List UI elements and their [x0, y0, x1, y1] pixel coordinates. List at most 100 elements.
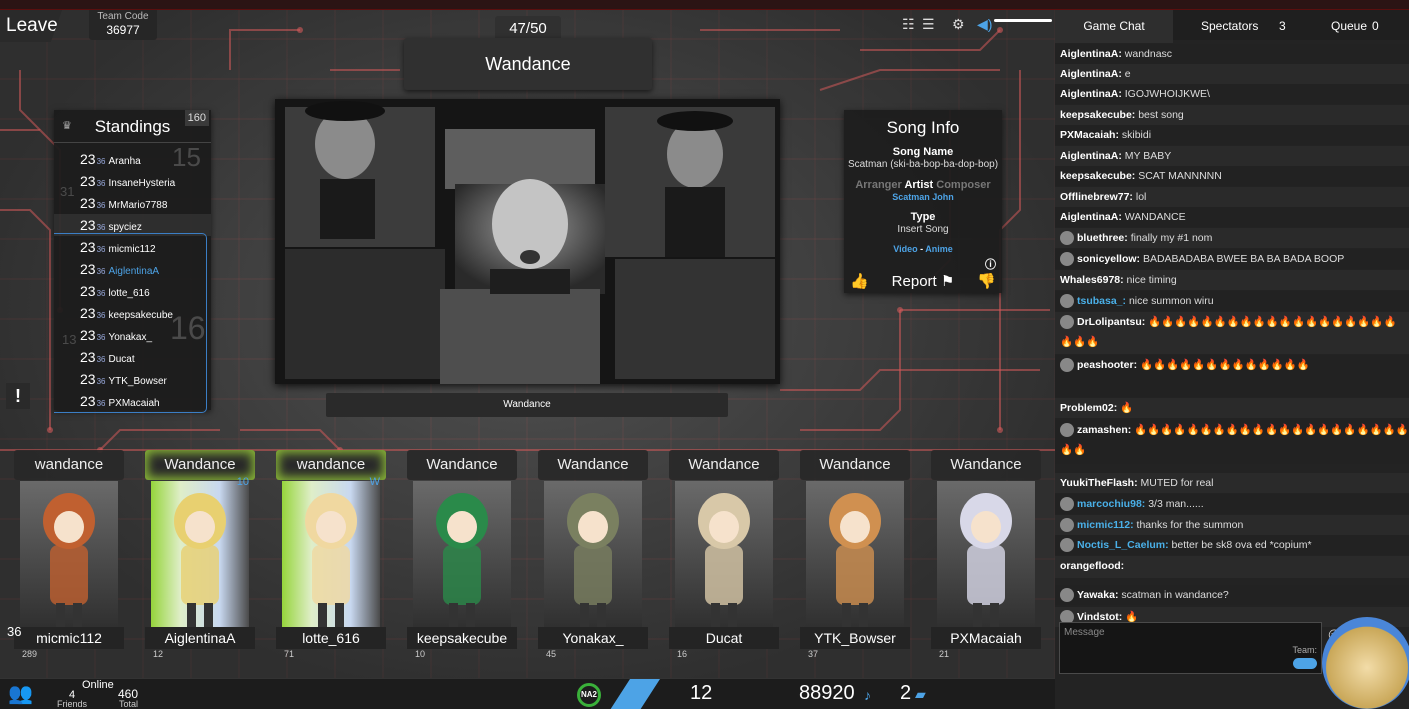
- player-card[interactable]: Wandance YTK_Bowser 37: [800, 450, 910, 659]
- player-avatar[interactable]: [806, 481, 904, 629]
- amq-app: Leave Team Code 36977 47/50 Wandance ☷ ☰…: [0, 0, 1409, 709]
- chat-username[interactable]: keepsakecube:: [1060, 170, 1135, 182]
- player-card[interactable]: Wandance Yonakax_ 45: [538, 450, 648, 659]
- chat-message: bluethree: finally my #1 nom: [1055, 228, 1409, 248]
- player-card[interactable]: Wandance keepsakecube 10: [407, 450, 517, 659]
- thumbs-up-icon[interactable]: 👍: [850, 270, 869, 293]
- player-answer: wandance: [14, 450, 124, 480]
- chat-username[interactable]: keepsakecube:: [1060, 109, 1135, 121]
- gear-icon[interactable]: ⚙: [952, 16, 965, 33]
- chat-username[interactable]: bluethree:: [1077, 232, 1128, 244]
- user-avatar[interactable]: [1322, 617, 1409, 709]
- chat-message: Whales6978: nice timing: [1055, 270, 1409, 290]
- tab-composer[interactable]: Composer: [936, 179, 990, 191]
- video-link[interactable]: Video: [893, 244, 917, 254]
- chat-input[interactable]: Message Team:: [1059, 622, 1322, 674]
- standings-score: 23: [80, 371, 96, 387]
- tab-arranger[interactable]: Arranger: [855, 179, 901, 191]
- player-avatar[interactable]: [675, 481, 773, 629]
- tab-spectators[interactable]: Spectators: [1201, 10, 1258, 43]
- total-label: Total: [119, 699, 139, 709]
- artist-link[interactable]: Scatman John: [844, 192, 1002, 203]
- volume-slider[interactable]: [994, 19, 1052, 22]
- friends-icon[interactable]: 👥: [8, 681, 33, 706]
- chat-username[interactable]: DrLolipantsu:: [1077, 316, 1145, 328]
- player-avatar[interactable]: [282, 481, 380, 629]
- chat-username[interactable]: AiglentinaA:: [1060, 150, 1122, 162]
- volume-icon[interactable]: ◀): [977, 16, 992, 33]
- thumbs-down-icon[interactable]: 👎: [977, 270, 996, 293]
- menu-icon[interactable]: ☰: [922, 16, 935, 33]
- chat-username[interactable]: marcochiu98:: [1077, 498, 1145, 510]
- chat-username[interactable]: AiglentinaA:: [1060, 211, 1122, 223]
- standings-row[interactable]: 2336 InsaneHysteria: [54, 170, 211, 192]
- browser-top-bar: [0, 0, 1409, 10]
- standings-row[interactable]: 2336 MrMario7788: [54, 192, 211, 214]
- chat-text: IGOJWHOIJKWE\: [1124, 88, 1210, 100]
- chat-message: tsubasa_: nice summon wiru: [1055, 291, 1409, 311]
- standings-row[interactable]: 2336 YTK_Bowser: [54, 368, 211, 390]
- standings-correct: 36: [96, 311, 106, 320]
- chat-username[interactable]: tsubasa_:: [1077, 295, 1126, 307]
- team-toggle[interactable]: [1293, 658, 1317, 669]
- anime-link[interactable]: Anime: [925, 244, 953, 254]
- player-card[interactable]: wandance Wlotte_616 71: [276, 450, 386, 659]
- chat-username[interactable]: peashooter:: [1077, 359, 1137, 371]
- tab-queue[interactable]: Queue: [1331, 10, 1367, 43]
- chat-username[interactable]: Noctis_L_Caelum:: [1077, 539, 1169, 551]
- player-card[interactable]: Wandance PXMacaiah 21: [931, 450, 1041, 659]
- standings-row[interactable]: 2336 Ducat: [54, 346, 211, 368]
- standings-row[interactable]: 2336 Yonakax_: [54, 324, 211, 346]
- player-card[interactable]: Wandance Ducat 16: [669, 450, 779, 659]
- avatar-figure: [960, 493, 1012, 627]
- player-card[interactable]: wandance micmic112 289: [14, 450, 124, 659]
- chat-text: scatman in wandance?: [1121, 589, 1229, 601]
- standings-row[interactable]: 2336 spyciez: [54, 214, 211, 236]
- standings-row[interactable]: 2336 micmic112: [54, 236, 211, 258]
- region-badge[interactable]: NA2: [577, 683, 601, 707]
- chat-username[interactable]: Problem02:: [1060, 402, 1117, 414]
- video-player[interactable]: [275, 99, 780, 384]
- chat-text: best song: [1138, 109, 1184, 121]
- chat-message: Problem02: 🔥: [1055, 398, 1409, 418]
- alert-button[interactable]: !: [6, 383, 30, 409]
- chat-username[interactable]: AiglentinaA:: [1060, 88, 1122, 100]
- chat-username[interactable]: zamashen:: [1077, 424, 1131, 436]
- player-avatar[interactable]: [151, 481, 249, 629]
- standings-panel: ♛ Standings 160 15 31 13 16 2336 Aranha 23…: [54, 110, 211, 410]
- chat-text: thanks for the summon: [1136, 519, 1244, 531]
- standings-player-name: Ducat: [108, 354, 135, 365]
- standings-row[interactable]: 2336 Aranha: [54, 148, 211, 170]
- standings-player-name: spyciez: [108, 222, 142, 233]
- tab-artist[interactable]: Artist: [904, 179, 933, 191]
- chat-username[interactable]: AiglentinaA:: [1060, 48, 1122, 60]
- quiz-stage: Leave Team Code 36977 47/50 Wandance ☷ ☰…: [0, 10, 1055, 678]
- player-avatar[interactable]: [544, 481, 642, 629]
- player-avatar[interactable]: [937, 481, 1035, 629]
- chat-message: DrLolipantsu: 🔥🔥🔥🔥🔥🔥🔥🔥🔥🔥🔥🔥🔥🔥🔥🔥🔥🔥🔥🔥🔥🔥: [1055, 312, 1409, 354]
- player-avatar[interactable]: [20, 481, 118, 629]
- chat-input-placeholder: Message: [1064, 627, 1105, 638]
- chat-username[interactable]: micmic112:: [1077, 519, 1134, 531]
- player-card[interactable]: Wandance 10 AiglentinaA 12: [145, 450, 255, 659]
- standings-row[interactable]: 2336 keepsakecube: [54, 302, 211, 324]
- chat-username[interactable]: YuukiTheFlash:: [1060, 477, 1138, 489]
- chat-username[interactable]: PXMacaiah:: [1060, 129, 1119, 141]
- chat-username[interactable]: orangeflood:: [1060, 560, 1124, 572]
- chat-username[interactable]: Offlinebrew77:: [1060, 191, 1133, 203]
- player-avatar[interactable]: [413, 481, 511, 629]
- list-view-icon[interactable]: ☷: [902, 16, 915, 33]
- tab-game-chat[interactable]: Game Chat: [1055, 10, 1173, 43]
- chat-username[interactable]: Whales6978:: [1060, 274, 1124, 286]
- standings-correct: 36: [96, 333, 106, 342]
- chat-username[interactable]: sonicyellow:: [1077, 253, 1140, 265]
- chat-text: 🔥🔥🔥🔥🔥🔥🔥🔥🔥🔥🔥🔥🔥: [1140, 359, 1310, 371]
- standings-row[interactable]: 2336 PXMacaiah: [54, 390, 211, 408]
- flag-icon[interactable]: ⚑: [941, 273, 954, 290]
- chat-message: AiglentinaA: WANDANCE: [1055, 207, 1409, 227]
- standings-row[interactable]: 2336 AiglentinaA: [54, 258, 211, 280]
- report-button[interactable]: Report: [892, 273, 937, 290]
- chat-username[interactable]: Yawaka:: [1077, 589, 1118, 601]
- chat-username[interactable]: AiglentinaA:: [1060, 68, 1122, 80]
- standings-row[interactable]: 2336 lotte_616: [54, 280, 211, 302]
